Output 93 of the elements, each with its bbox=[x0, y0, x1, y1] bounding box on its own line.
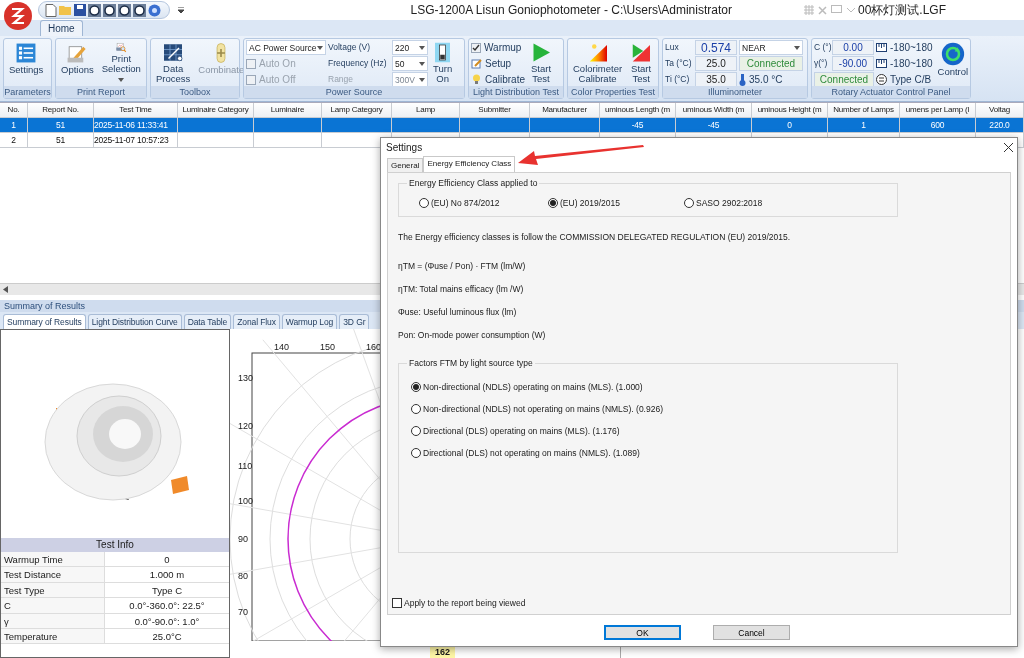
warmup-checkbox[interactable]: Warmup bbox=[471, 40, 526, 55]
reading-label: γ(°) bbox=[814, 57, 829, 70]
radio-option[interactable]: Directional (DLS) not operating on mains (NMLS). (1.089) bbox=[411, 448, 897, 458]
radio-option[interactable]: Non-directional (NDLS) not operating on mains (NMLS). (0.926) bbox=[411, 404, 897, 414]
ribbon-button[interactable]: Settings bbox=[6, 40, 47, 86]
table-cell: Warmup Time bbox=[1, 552, 105, 567]
group-label: Toolbox bbox=[151, 86, 239, 98]
table-cell: 51 bbox=[28, 133, 94, 148]
note-text: ηTM: Total mains efficacy (lm /W) bbox=[398, 283, 524, 296]
power-source-dropdown[interactable]: AC Power Source bbox=[246, 40, 326, 55]
window-title: LSG-1200A Lisun Goniophotometer - C:\Users\Administrator bbox=[410, 3, 732, 17]
dialog-button[interactable]: Cancel bbox=[713, 625, 790, 640]
radio-option[interactable]: (EU) No 874/2012 bbox=[419, 198, 548, 208]
table-cell-text: 0 bbox=[163, 553, 171, 567]
reading-value: 25.0 bbox=[695, 56, 737, 71]
axis-label: 120 bbox=[238, 421, 254, 431]
radio-option[interactable]: Non-directional (NDLS) operating on mains (MLS). (1.000) bbox=[411, 382, 897, 392]
reading-label: C (°) bbox=[814, 41, 830, 54]
note-text: ηTM = (Φuse / Pon) · FTM (lm/W) bbox=[398, 260, 526, 273]
note-text: Pon: On-mode power consumption (W) bbox=[398, 329, 546, 342]
turn-on-button[interactable]: Turn On bbox=[430, 40, 456, 86]
value-dropdown[interactable]: 50 bbox=[392, 56, 428, 71]
result-tab[interactable]: 3D Gr bbox=[339, 314, 370, 329]
table-cell-text: 1.000 m bbox=[148, 568, 186, 582]
value-dropdown[interactable]: 220 bbox=[392, 40, 428, 55]
range-button[interactable]: -180~180 bbox=[876, 56, 933, 71]
reading-label: Ti (°C) bbox=[665, 73, 691, 86]
group-label: Rotary Actuator Control Panel bbox=[812, 86, 970, 98]
table-cell-text: 0.0°-360.0°: 22.5° bbox=[128, 599, 206, 613]
ribbon-button[interactable]: Start Test bbox=[627, 40, 656, 86]
ribbon-button[interactable]: Data Process bbox=[153, 40, 194, 86]
peak-label: 162 bbox=[430, 647, 456, 658]
table-cell-text: Type C bbox=[150, 583, 184, 598]
mode-dropdown[interactable]: NEAR bbox=[739, 40, 803, 55]
dialog-title: Settings bbox=[386, 141, 423, 153]
control-button[interactable]: Control bbox=[934, 40, 972, 86]
radio-option[interactable]: SASO 2902:2018 bbox=[684, 198, 884, 208]
axis-label: 140 bbox=[274, 342, 290, 352]
note-text: The Energy efficiency classes is follow the COMMISSION DELEGATED REGULATION (EU) 2019/2015. bbox=[398, 231, 791, 243]
result-tab[interactable]: Warmup Log bbox=[281, 314, 338, 329]
result-tab[interactable]: Light Distribution Curve bbox=[87, 314, 182, 329]
axis-label: 110 bbox=[238, 461, 253, 471]
ribbon-tab[interactable]: Home bbox=[40, 20, 83, 36]
field-label: Range bbox=[328, 73, 355, 86]
ribbon-small-button[interactable]: Setup bbox=[471, 56, 526, 71]
group-title: Energy Efficiency Class applied to bbox=[407, 178, 540, 188]
table-cell-text: 25.0°C bbox=[151, 629, 183, 644]
table-title: Test Info bbox=[1, 538, 229, 552]
radio-option[interactable]: (EU) 2019/2015 bbox=[548, 198, 684, 208]
axis-label: 90 bbox=[238, 534, 248, 544]
temperature-reading: 35.0 °C bbox=[739, 72, 803, 87]
dialog-tab[interactable]: General bbox=[387, 158, 424, 172]
table-cell: 2 bbox=[0, 133, 28, 148]
reading-label: Lux bbox=[665, 41, 680, 54]
group-label: Light Distribution Test bbox=[469, 86, 563, 98]
axis-label: 100 bbox=[238, 496, 254, 506]
ribbon-button[interactable]: Colorimeter Calibrate bbox=[570, 40, 626, 86]
ribbon-button[interactable]: Options bbox=[58, 40, 97, 86]
result-tab[interactable]: Zonal Flux bbox=[233, 314, 280, 329]
start-test-button[interactable]: Start Test bbox=[527, 40, 556, 86]
axis-label: 150 bbox=[320, 342, 336, 352]
group-label: Print Report bbox=[56, 86, 146, 98]
reading-value: 0.00 bbox=[832, 40, 874, 55]
field-label: Frequency (Hz) bbox=[328, 57, 388, 70]
dialog-tab[interactable]: Energy Efficiency Class bbox=[423, 156, 516, 172]
table-cell-text: 0.0°-90.0°: 1.0° bbox=[133, 614, 201, 628]
field-label: Voltage (V) bbox=[328, 41, 372, 54]
reading-value: -90.00 bbox=[832, 56, 874, 71]
table-cell: 2025-11-07 10:57:23 bbox=[94, 133, 178, 148]
table-cell: C bbox=[1, 598, 105, 613]
axis-label: 80 bbox=[238, 571, 248, 581]
window-title-tail: 00杯灯测试.LGF bbox=[857, 1, 946, 19]
ribbon-small-button[interactable]: Calibrate bbox=[471, 72, 526, 87]
result-tab[interactable]: Summary of Results bbox=[3, 314, 86, 329]
table-cell: Test Distance bbox=[1, 567, 105, 582]
ribbon-button[interactable]: Print Selection bbox=[98, 40, 144, 86]
group-label: Parameters bbox=[4, 86, 51, 98]
group-label: Illuminometer bbox=[663, 86, 807, 98]
table-row[interactable]: 1 51 2025-11-06 11:33:41 -45 -45 0 1 600 220.0 bbox=[0, 118, 1024, 133]
connection-status: Connected bbox=[739, 56, 803, 71]
range-button[interactable]: -180~180 bbox=[876, 40, 933, 55]
group-title: Factors FTM by light source type bbox=[407, 358, 535, 368]
type-button[interactable]: Type C/B bbox=[876, 72, 933, 87]
result-tab[interactable]: Data Table bbox=[183, 314, 232, 329]
axis-label: 130 bbox=[238, 373, 254, 383]
reading-label: Ta (°C) bbox=[665, 57, 693, 70]
group-label: Power Source bbox=[244, 86, 464, 98]
dialog-button[interactable]: OK bbox=[604, 625, 681, 640]
reading-value: 0.574 bbox=[695, 40, 737, 55]
axis-label: 70 bbox=[238, 607, 248, 617]
apply-checkbox[interactable]: Apply to the report being viewed bbox=[392, 598, 1000, 608]
radio-option[interactable]: Directional (DLS) operating on mains (MLS). (1.176) bbox=[411, 426, 897, 436]
group-label: Color Properties Test bbox=[568, 86, 658, 98]
